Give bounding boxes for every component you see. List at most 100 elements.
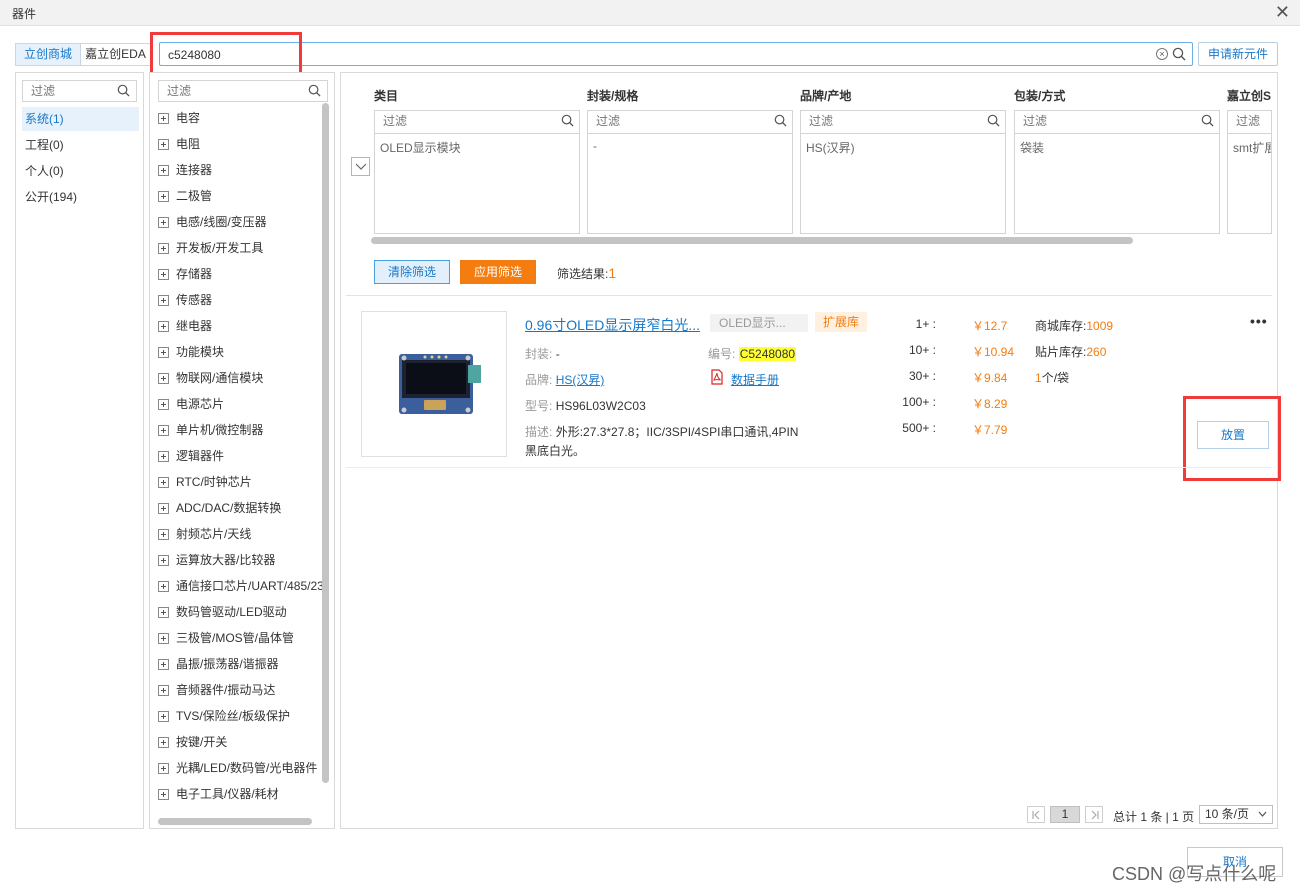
facet-value[interactable]: 袋装 [1020, 139, 1044, 156]
library-item-public[interactable]: 公开(194) [22, 185, 139, 209]
search-icon[interactable] [987, 114, 1000, 127]
category-item[interactable]: 继电器 [158, 317, 212, 339]
current-page[interactable]: 1 [1050, 806, 1080, 823]
expand-icon[interactable] [158, 425, 169, 437]
category-filter-input[interactable] [167, 84, 302, 98]
category-item[interactable]: 功能模块 [158, 343, 224, 365]
category-item[interactable]: 音频器件/振动马达 [158, 681, 275, 703]
expand-icon[interactable] [158, 685, 169, 697]
category-item[interactable]: RTC/时钟芯片 [158, 473, 252, 495]
category-scrollbar[interactable] [322, 103, 329, 783]
category-item[interactable]: 电容 [158, 109, 200, 131]
facet-filter-input[interactable] [383, 114, 547, 128]
facet-box: OLED显示模块 [374, 110, 580, 234]
category-item[interactable]: 电阻 [158, 135, 200, 157]
expand-icon[interactable] [158, 555, 169, 567]
category-item[interactable]: 电感/线圈/变压器 [158, 213, 267, 235]
category-item[interactable]: 光耦/LED/数码管/光电器件 [158, 759, 317, 781]
expand-icon[interactable] [158, 607, 169, 619]
clear-filter-button[interactable]: 清除筛选 [374, 260, 450, 284]
category-item[interactable]: 三极管/MOS管/晶体管 [158, 629, 294, 651]
more-options-icon[interactable]: ••• [1250, 313, 1268, 329]
search-icon[interactable] [774, 114, 787, 127]
expand-icon[interactable] [158, 321, 169, 333]
facet-value[interactable]: - [593, 139, 597, 153]
category-item[interactable]: 存储器 [158, 265, 212, 287]
brand-link[interactable]: HS(汉昇) [556, 373, 605, 387]
library-item-personal[interactable]: 个人(0) [22, 159, 139, 183]
category-item[interactable]: 单片机/微控制器 [158, 421, 263, 443]
facet-filter-input[interactable] [596, 114, 760, 128]
expand-icon[interactable] [158, 659, 169, 671]
expand-icon[interactable] [158, 269, 169, 281]
expand-icon[interactable] [158, 165, 169, 177]
expand-icon[interactable] [158, 295, 169, 307]
category-item[interactable]: ADC/DAC/数据转换 [158, 499, 281, 521]
library-item-system[interactable]: 系统(1) [22, 107, 139, 131]
facet-filter-input[interactable] [809, 114, 973, 128]
category-item[interactable]: 晶振/振荡器/谐振器 [158, 655, 279, 677]
search-icon[interactable] [308, 84, 321, 97]
expand-icon[interactable] [158, 477, 169, 489]
expand-icon[interactable] [158, 711, 169, 723]
search-icon[interactable] [561, 114, 574, 127]
apply-new-part-button[interactable]: 申请新元件 [1198, 42, 1278, 66]
expand-icon[interactable] [158, 789, 169, 801]
search-icon[interactable] [1201, 114, 1214, 127]
search-icon[interactable] [117, 84, 130, 97]
category-item[interactable]: 传感器 [158, 291, 212, 313]
close-icon[interactable]: ✕ [1275, 2, 1290, 22]
facet-filter-input[interactable] [1236, 114, 1271, 128]
expand-icon[interactable] [158, 451, 169, 463]
collapse-filters-button[interactable] [351, 157, 370, 176]
category-item[interactable]: 逻辑器件 [158, 447, 224, 469]
category-item[interactable]: TVS/保险丝/板级保护 [158, 707, 290, 729]
expand-icon[interactable] [158, 217, 169, 229]
product-name-link[interactable]: 0.96寸OLED显示屏窄白光... [525, 315, 700, 335]
facet-filter-input[interactable] [1023, 114, 1187, 128]
facet-value[interactable]: HS(汉昇) [806, 139, 855, 156]
category-item[interactable]: 物联网/通信模块 [158, 369, 263, 391]
expand-icon[interactable] [158, 347, 169, 359]
expand-icon[interactable] [158, 737, 169, 749]
expand-icon[interactable] [158, 399, 169, 411]
expand-icon[interactable] [158, 243, 169, 255]
category-item[interactable]: 连接器 [158, 161, 212, 183]
facet-scrollbar[interactable] [371, 237, 1133, 244]
category-item[interactable]: 运算放大器/比较器 [158, 551, 275, 573]
category-item[interactable]: 开发板/开发工具 [158, 239, 263, 261]
category-item[interactable]: 电源芯片 [158, 395, 224, 417]
expand-icon[interactable] [158, 633, 169, 645]
product-thumbnail[interactable] [361, 311, 507, 457]
expand-icon[interactable] [158, 581, 169, 593]
expand-icon[interactable] [158, 113, 169, 125]
search-icon[interactable] [1172, 47, 1186, 61]
expand-icon[interactable] [158, 763, 169, 775]
facet-value[interactable]: smt扩展 [1233, 139, 1271, 156]
place-button[interactable]: 放置 [1197, 421, 1269, 449]
category-item[interactable]: 射频芯片/天线 [158, 525, 251, 547]
category-hscrollbar[interactable] [158, 818, 312, 825]
facet-value[interactable]: OLED显示模块 [380, 139, 461, 156]
clear-search-icon[interactable]: × [1156, 48, 1168, 60]
category-item[interactable]: 数码管驱动/LED驱动 [158, 603, 287, 625]
expand-icon[interactable] [158, 373, 169, 385]
category-item[interactable]: 电子工具/仪器/耗材 [158, 785, 279, 807]
first-page-button[interactable] [1027, 806, 1045, 823]
expand-icon[interactable] [158, 191, 169, 203]
category-item[interactable]: 通信接口芯片/UART/485/23 [158, 577, 324, 599]
expand-icon[interactable] [158, 503, 169, 515]
expand-icon[interactable] [158, 139, 169, 151]
tab-jlc-eda[interactable]: 嘉立创EDA [81, 43, 151, 66]
last-page-button[interactable] [1085, 806, 1103, 823]
apply-filter-button[interactable]: 应用筛选 [460, 260, 536, 284]
expand-icon[interactable] [158, 529, 169, 541]
category-item[interactable]: 按键/开关 [158, 733, 227, 755]
datasheet-link[interactable]: 数据手册 [731, 371, 779, 388]
page-size-select[interactable]: 10 条/页 [1199, 805, 1273, 824]
library-filter-input[interactable] [31, 84, 122, 98]
library-item-project[interactable]: 工程(0) [22, 133, 139, 157]
category-item[interactable]: 二极管 [158, 187, 212, 209]
tab-lcsc-mall[interactable]: 立创商城 [15, 43, 81, 66]
search-input[interactable] [168, 47, 1128, 62]
